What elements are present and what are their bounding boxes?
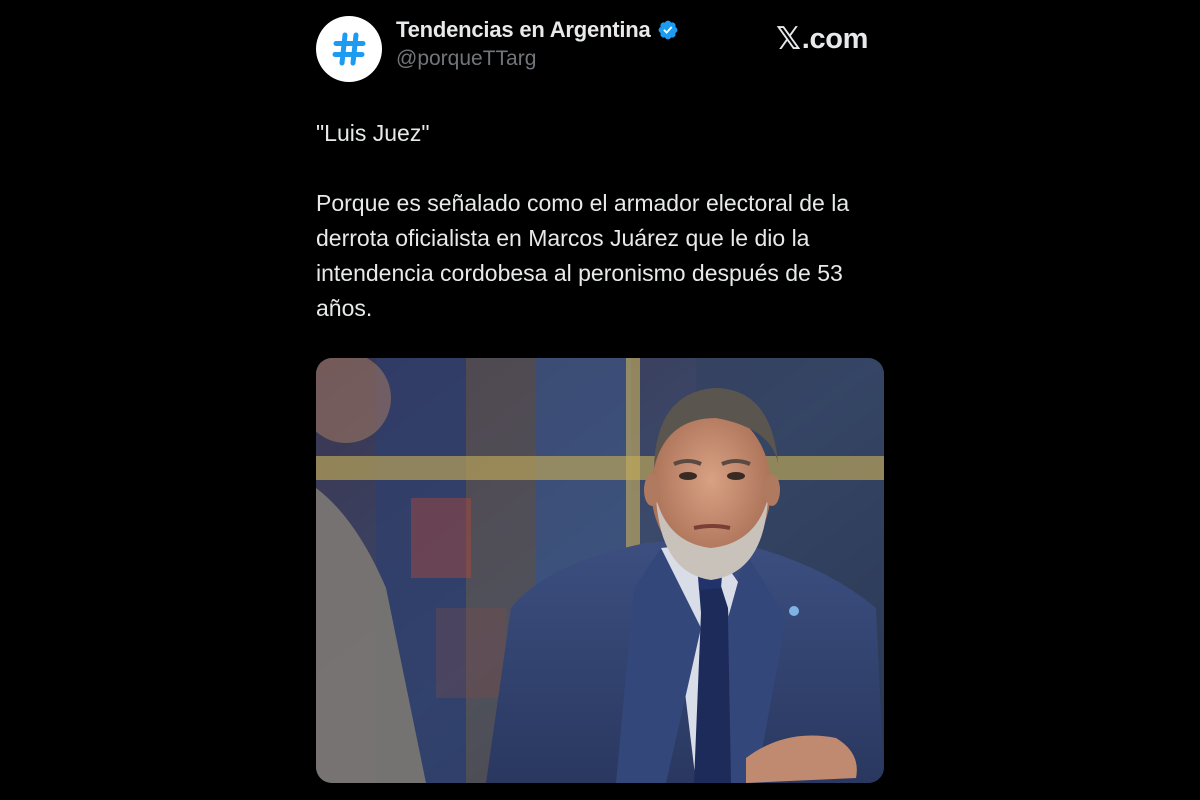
tweet-body: Porque es señalado como el armador elect… (316, 190, 850, 321)
hashtag-icon (332, 32, 366, 66)
avatar[interactable] (316, 16, 382, 82)
tweet-photo[interactable] (316, 358, 884, 783)
screen: Tendencias en Argentina @porqueTTarg 𝕏 .c… (0, 0, 1200, 800)
tweet-quote: "Luis Juez" (316, 120, 430, 146)
verified-badge-icon (657, 19, 679, 41)
display-name-row: Tendencias en Argentina (396, 16, 679, 44)
photo-image (316, 358, 884, 783)
x-logo-icon: 𝕏 (776, 21, 801, 56)
tweet-header: Tendencias en Argentina @porqueTTarg 𝕏 .c… (316, 8, 884, 82)
brand-suffix: .com (801, 23, 869, 55)
display-name[interactable]: Tendencias en Argentina (396, 16, 651, 44)
tweet-text: "Luis Juez" Porque es señalado como el a… (316, 116, 886, 326)
handle[interactable]: @porqueTTarg (396, 45, 679, 73)
account-info: Tendencias en Argentina @porqueTTarg (396, 16, 679, 73)
tweet-card: Tendencias en Argentina @porqueTTarg 𝕏 .c… (316, 8, 884, 783)
x-com-logo: 𝕏 .com (776, 22, 868, 56)
